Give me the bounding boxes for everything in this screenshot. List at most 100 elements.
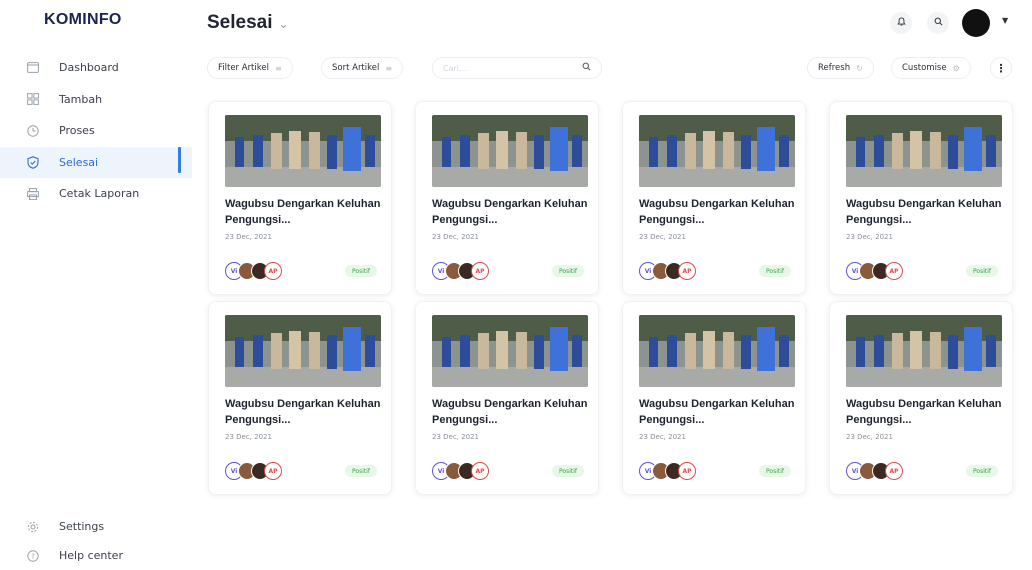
- avatar-group: Vi AP: [846, 262, 903, 280]
- article-thumbnail: [639, 315, 795, 387]
- avatar-group: Vi AP: [432, 462, 489, 480]
- page-title-text: Selesai: [207, 12, 273, 33]
- article-photo: [432, 315, 588, 387]
- sort-artikel-dropdown[interactable]: Sort Artikel ≡: [321, 57, 404, 79]
- article-photo: [639, 315, 795, 387]
- avatar: AP: [264, 462, 282, 480]
- more-options-button[interactable]: ⋮: [990, 57, 1012, 79]
- article-card[interactable]: Wagubsu Dengarkan Keluhan Pengungsi... 2…: [208, 101, 392, 295]
- sidebar-item-label: Dashboard: [59, 61, 119, 75]
- top-bar: Selesai ⌄ ▼: [192, 0, 1032, 46]
- article-card[interactable]: Wagubsu Dengarkan Keluhan Pengungsi... 2…: [829, 301, 1013, 495]
- clock-icon: [26, 124, 39, 137]
- page-title[interactable]: Selesai ⌄: [207, 12, 289, 34]
- avatar: AP: [471, 462, 489, 480]
- article-thumbnail: [225, 115, 381, 187]
- sidebar-item-help-center[interactable]: ? Help center: [0, 541, 192, 570]
- status-badge: Positif: [759, 265, 791, 277]
- refresh-button[interactable]: Refresh ↻: [807, 57, 874, 79]
- article-card[interactable]: Wagubsu Dengarkan Keluhan Pengungsi... 2…: [415, 101, 599, 295]
- article-card[interactable]: Wagubsu Dengarkan Keluhan Pengungsi... 2…: [415, 301, 599, 495]
- sidebar-item-selesai[interactable]: Selesai: [0, 146, 192, 178]
- add-grid-icon: [26, 93, 39, 106]
- article-photo: [846, 315, 1002, 387]
- avatar-group: Vi AP: [639, 462, 696, 480]
- help-icon: ?: [26, 549, 39, 562]
- sidebar-item-settings[interactable]: Settings: [0, 512, 192, 541]
- print-icon: [26, 187, 39, 200]
- avatar: AP: [885, 262, 903, 280]
- status-badge: Positif: [552, 465, 584, 477]
- article-card[interactable]: Wagubsu Dengarkan Keluhan Pengungsi... 2…: [622, 301, 806, 495]
- filter-artikel-dropdown[interactable]: Filter Artikel ≡: [207, 57, 293, 79]
- sidebar-item-proses[interactable]: Proses: [0, 115, 192, 147]
- article-date: 23 Dec, 2021: [639, 233, 686, 241]
- refresh-label: Refresh: [818, 63, 851, 73]
- article-title[interactable]: Wagubsu Dengarkan Keluhan Pengungsi...: [225, 196, 385, 228]
- article-title[interactable]: Wagubsu Dengarkan Keluhan Pengungsi...: [846, 196, 1006, 228]
- sidebar-item-tambah[interactable]: Tambah: [0, 84, 192, 116]
- status-badge: Positif: [966, 265, 998, 277]
- article-thumbnail: [846, 115, 1002, 187]
- article-title[interactable]: Wagubsu Dengarkan Keluhan Pengungsi...: [432, 396, 592, 428]
- article-thumbnail: [432, 315, 588, 387]
- sort-label: Sort Artikel: [332, 63, 380, 73]
- bell-icon: [896, 17, 906, 29]
- avatar: AP: [885, 462, 903, 480]
- user-avatar[interactable]: [962, 9, 990, 37]
- avatar-group: Vi AP: [846, 462, 903, 480]
- article-thumbnail: [639, 115, 795, 187]
- sidebar-nav: Dashboard Tambah Proses Selesai Cetak La…: [0, 52, 192, 210]
- search-input[interactable]: [443, 63, 573, 73]
- sidebar-bottom: Settings ? Help center: [0, 512, 192, 570]
- search-box: [432, 57, 602, 79]
- article-photo: [639, 115, 795, 187]
- article-title[interactable]: Wagubsu Dengarkan Keluhan Pengungsi...: [639, 396, 799, 428]
- filter-lines-icon: ≡: [274, 63, 282, 73]
- article-photo: [225, 115, 381, 187]
- article-photo: [225, 315, 381, 387]
- chevron-down-icon[interactable]: ▼: [1002, 16, 1008, 25]
- avatar: AP: [678, 462, 696, 480]
- kebab-icon: ⋮: [995, 61, 1007, 75]
- article-card[interactable]: Wagubsu Dengarkan Keluhan Pengungsi... 2…: [622, 101, 806, 295]
- avatar: AP: [264, 262, 282, 280]
- sort-lines-icon: ≡: [385, 63, 393, 73]
- search-button[interactable]: [927, 12, 949, 34]
- article-title[interactable]: Wagubsu Dengarkan Keluhan Pengungsi...: [639, 196, 799, 228]
- search-icon[interactable]: [582, 62, 591, 74]
- article-date: 23 Dec, 2021: [846, 433, 893, 441]
- sidebar-item-label: Proses: [59, 124, 95, 138]
- article-title[interactable]: Wagubsu Dengarkan Keluhan Pengungsi...: [846, 396, 1006, 428]
- avatar-group: Vi AP: [432, 262, 489, 280]
- article-date: 23 Dec, 2021: [846, 233, 893, 241]
- article-date: 23 Dec, 2021: [225, 433, 272, 441]
- article-card[interactable]: Wagubsu Dengarkan Keluhan Pengungsi... 2…: [208, 301, 392, 495]
- status-badge: Positif: [966, 465, 998, 477]
- avatar-group: Vi AP: [639, 262, 696, 280]
- article-photo: [846, 115, 1002, 187]
- avatar: AP: [471, 262, 489, 280]
- dashboard-icon: [26, 61, 39, 74]
- avatar: AP: [678, 262, 696, 280]
- filter-label: Filter Artikel: [218, 63, 269, 73]
- sidebar-item-label: Cetak Laporan: [59, 187, 140, 201]
- brand-logo: KOMINFO: [44, 11, 122, 28]
- notification-button[interactable]: [890, 12, 912, 34]
- article-title[interactable]: Wagubsu Dengarkan Keluhan Pengungsi...: [225, 396, 385, 428]
- status-badge: Positif: [759, 465, 791, 477]
- article-thumbnail: [225, 315, 381, 387]
- customise-button[interactable]: Customise ⚙: [891, 57, 971, 79]
- article-date: 23 Dec, 2021: [432, 433, 479, 441]
- sidebar-item-cetak-laporan[interactable]: Cetak Laporan: [0, 178, 192, 210]
- article-card[interactable]: Wagubsu Dengarkan Keluhan Pengungsi... 2…: [829, 101, 1013, 295]
- article-title[interactable]: Wagubsu Dengarkan Keluhan Pengungsi...: [432, 196, 592, 228]
- article-date: 23 Dec, 2021: [639, 433, 686, 441]
- sidebar-item-label: Settings: [59, 520, 105, 533]
- sidebar-item-dashboard[interactable]: Dashboard: [0, 52, 192, 84]
- refresh-icon: ↻: [856, 63, 863, 73]
- article-date: 23 Dec, 2021: [432, 233, 479, 241]
- avatar-group: Vi AP: [225, 462, 282, 480]
- avatar-group: Vi AP: [225, 262, 282, 280]
- gear-icon: [26, 520, 39, 533]
